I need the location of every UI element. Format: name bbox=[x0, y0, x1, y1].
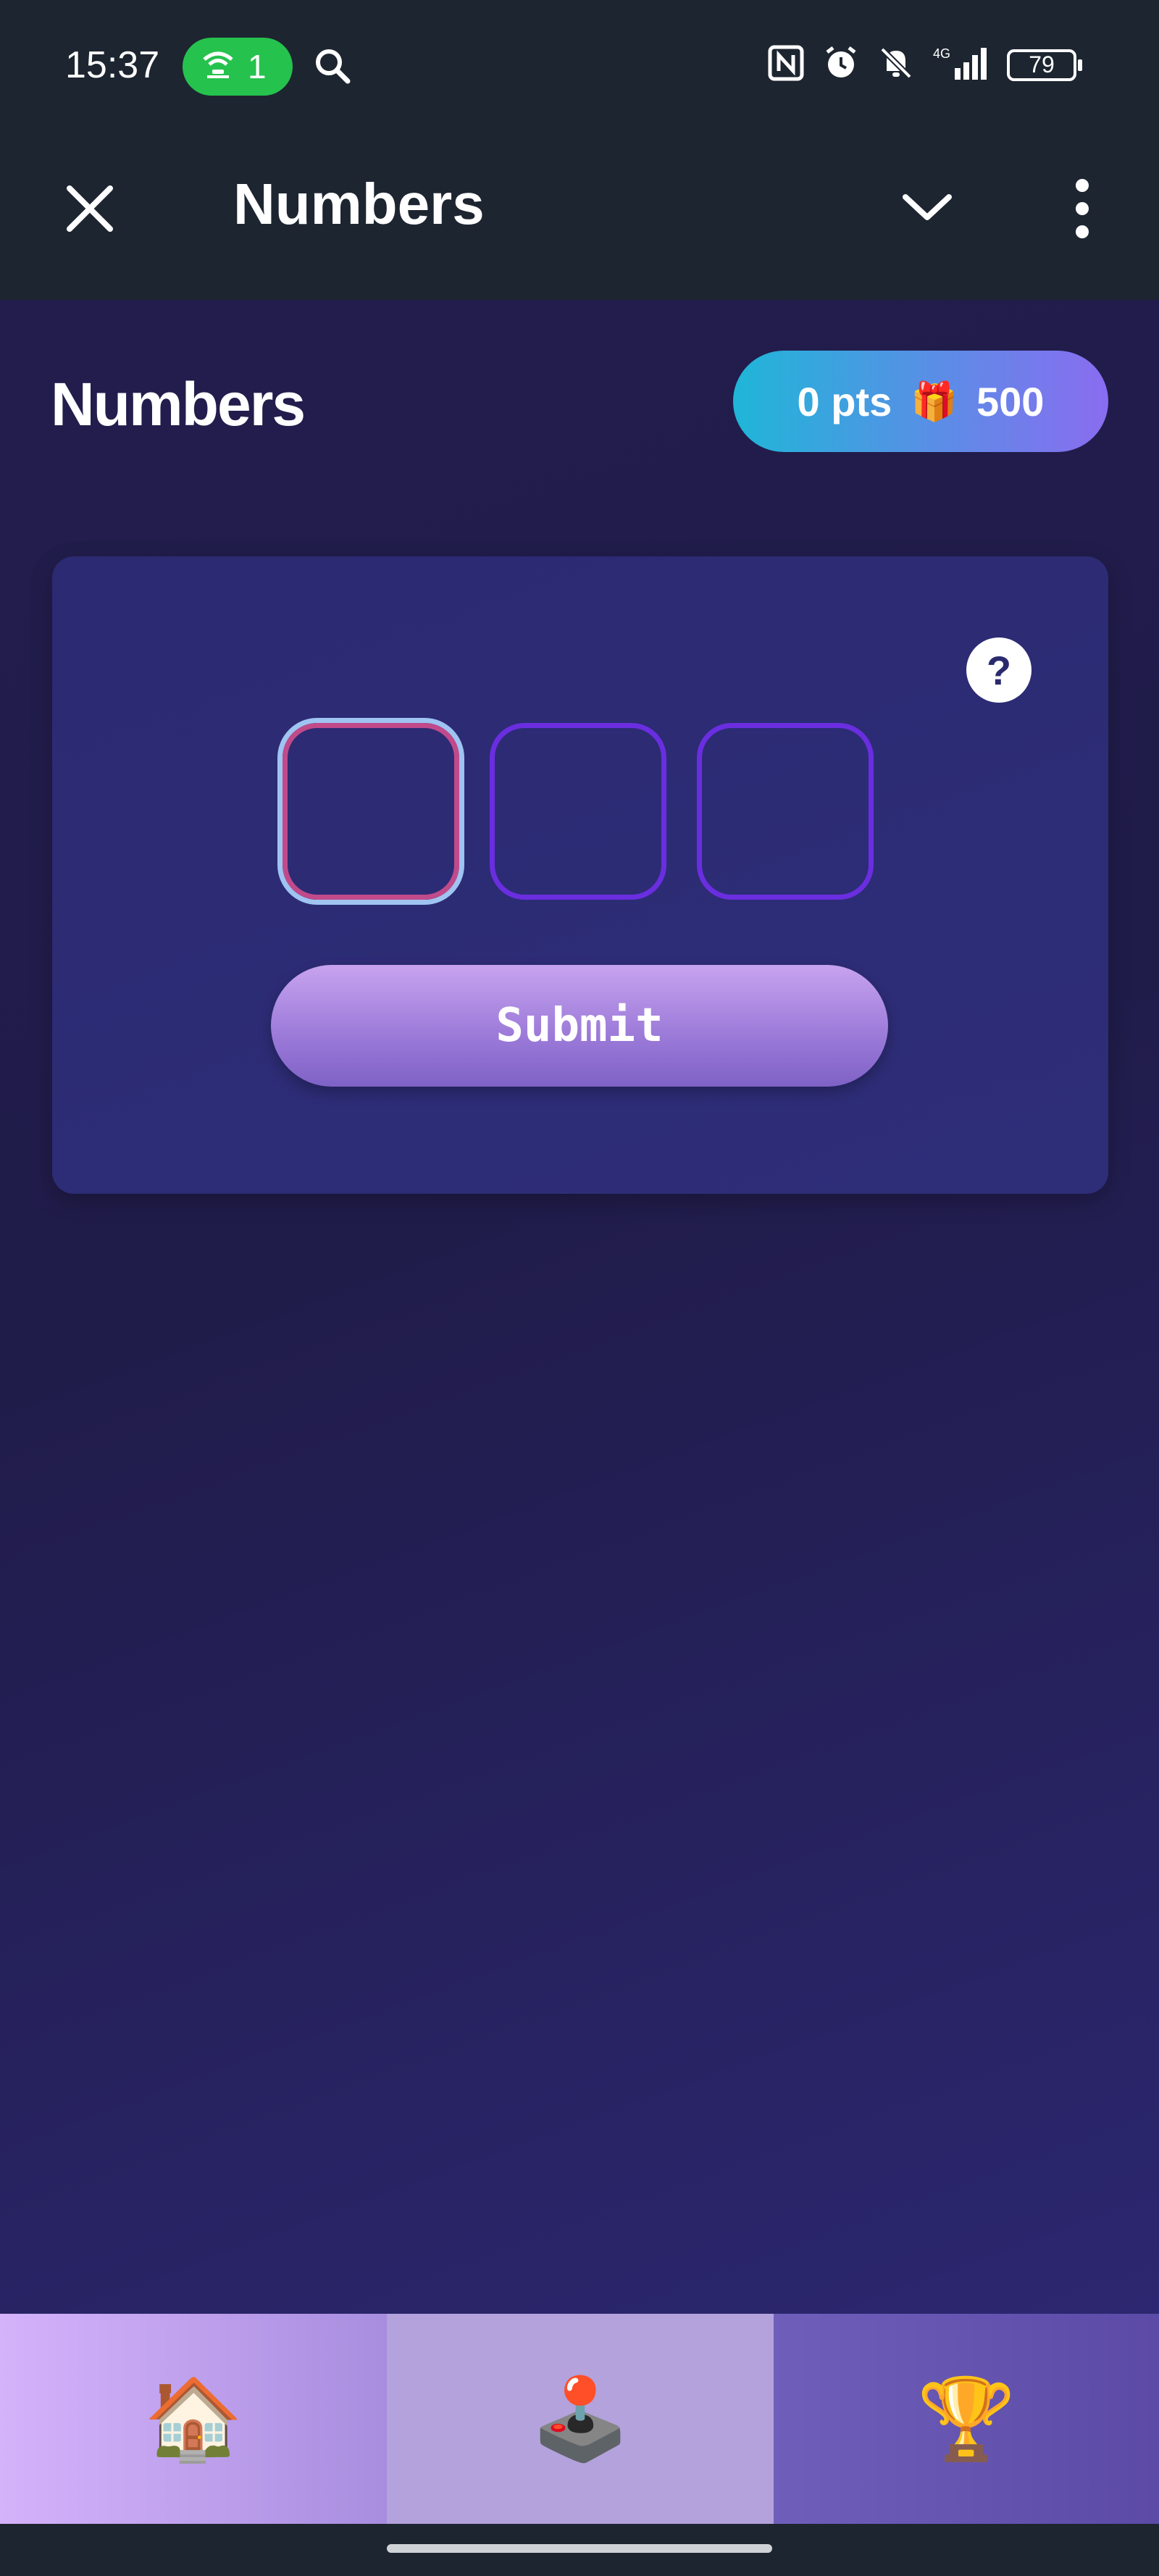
nfc-icon bbox=[768, 45, 804, 85]
battery-level: 79 bbox=[1029, 51, 1055, 78]
status-time: 15:37 bbox=[65, 44, 160, 86]
signal-icon: 4G bbox=[933, 45, 988, 85]
gesture-area bbox=[0, 2524, 1159, 2576]
status-bar: 15:37 1 4G 79 bbox=[0, 0, 1159, 133]
bottom-nav: 🏠 🕹️ 🏆 bbox=[0, 2314, 1159, 2524]
digit-input-3[interactable] bbox=[697, 723, 874, 900]
trophy-icon: 🏆 bbox=[916, 2374, 1016, 2464]
screen: 15:37 1 4G 79 Numbers Numbers 0 pts 🎁 50… bbox=[0, 0, 1159, 2576]
reward-value: 500 bbox=[976, 378, 1045, 425]
joystick-icon: 🕹️ bbox=[530, 2374, 630, 2464]
mute-icon bbox=[878, 45, 914, 85]
chevron-down-icon[interactable] bbox=[901, 185, 953, 229]
home-icon: 🏠 bbox=[143, 2374, 243, 2464]
game-content: Numbers 0 pts 🎁 500 ? Submit bbox=[0, 300, 1159, 2314]
points-value: 0 pts bbox=[797, 378, 892, 425]
search-icon[interactable] bbox=[313, 46, 352, 89]
gift-icon: 🎁 bbox=[911, 380, 958, 423]
app-bar: Numbers bbox=[0, 133, 1159, 300]
help-button[interactable]: ? bbox=[966, 637, 1032, 703]
battery-icon: 79 bbox=[1007, 49, 1082, 81]
nav-trophy[interactable]: 🏆 bbox=[774, 2314, 1159, 2524]
submit-button[interactable]: Submit bbox=[271, 965, 888, 1087]
gesture-bar[interactable] bbox=[387, 2544, 772, 2553]
close-icon[interactable] bbox=[62, 181, 117, 236]
points-badge[interactable]: 0 pts 🎁 500 bbox=[733, 351, 1108, 452]
nav-games[interactable]: 🕹️ bbox=[387, 2314, 774, 2524]
hotspot-count: 1 bbox=[248, 48, 267, 85]
more-options-icon[interactable] bbox=[1066, 174, 1098, 243]
status-icons: 4G 79 bbox=[768, 45, 1082, 85]
game-card: ? Submit bbox=[52, 556, 1108, 1194]
app-title: Numbers bbox=[233, 172, 485, 236]
svg-text:4G: 4G bbox=[933, 46, 950, 61]
game-title: Numbers bbox=[51, 370, 306, 438]
digit-input-1[interactable] bbox=[283, 723, 459, 900]
hotspot-icon bbox=[201, 47, 235, 86]
digit-input-2[interactable] bbox=[490, 723, 666, 900]
alarm-icon bbox=[823, 45, 859, 85]
nav-home[interactable]: 🏠 bbox=[0, 2314, 387, 2524]
hotspot-pill[interactable]: 1 bbox=[183, 38, 293, 96]
